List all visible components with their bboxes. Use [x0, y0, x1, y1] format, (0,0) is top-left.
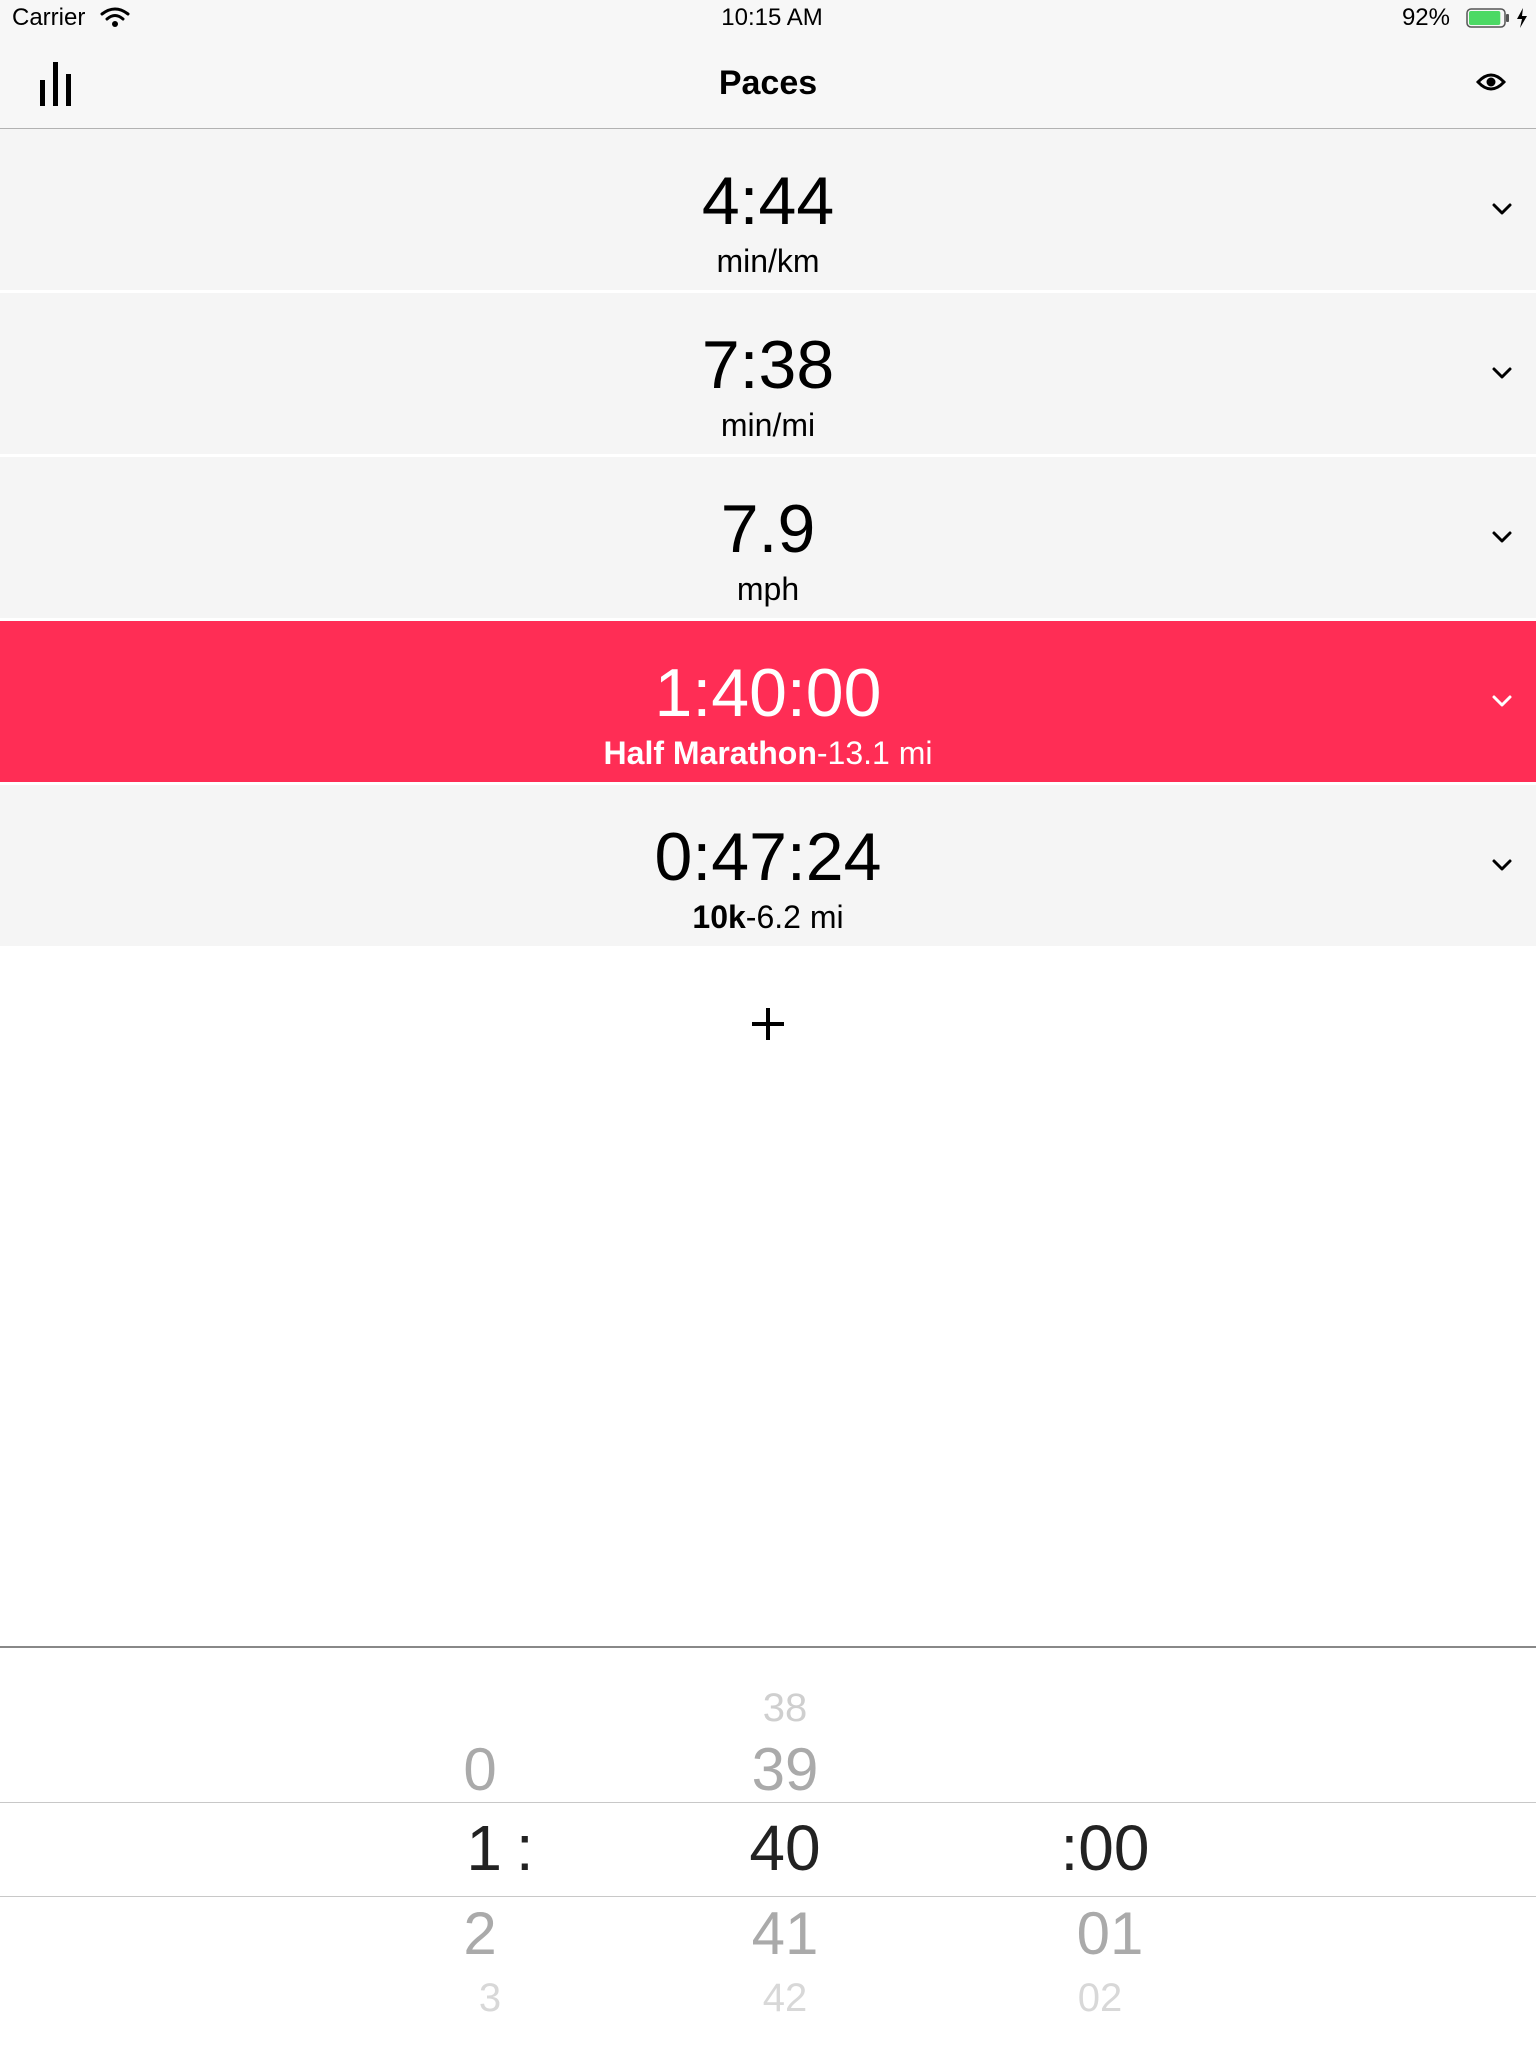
pace-unit: min/km [716, 243, 820, 279]
race-row-10k[interactable]: 0:47:24 10k-6.2 mi [0, 785, 1536, 949]
chevron-down-icon[interactable] [1490, 857, 1514, 873]
seconds-value: 00 [1078, 1812, 1150, 1884]
chevron-down-icon[interactable] [1490, 201, 1514, 217]
time-picker[interactable]: 0 1: 2 3 38 39 40 41 42 :00 01 02 [0, 1646, 1536, 2048]
chevron-down-icon[interactable] [1490, 365, 1514, 381]
page-title: Paces [718, 64, 818, 102]
pace-row-min-per-mile[interactable]: 7:38 min/mi [0, 293, 1536, 457]
race-distance: -6.2 mi [745, 899, 844, 935]
picker-selection-bottom-line [0, 1896, 1536, 1897]
race-time-value: 0:47:24 [654, 819, 882, 895]
pace-row-mph[interactable]: 7.9 mph [0, 457, 1536, 621]
speed-value: 7.9 [720, 491, 816, 567]
paces-screen: Carrier 10:15 AM 92% Paces 4:44 min/km 7… [0, 0, 1536, 2048]
hours-separator: : [515, 1812, 534, 1884]
picker-seconds-below[interactable]: 01 [1060, 1904, 1160, 1964]
add-row-button[interactable]: + [748, 1004, 788, 1044]
picker-hours-below-2[interactable]: 3 [450, 1978, 530, 2018]
battery-percentage: 92% [1401, 4, 1450, 31]
clock: 10:15 AM [721, 4, 823, 31]
battery-icon [1466, 8, 1509, 28]
picker-minutes-selected[interactable]: 40 [735, 1816, 835, 1880]
eye-icon[interactable] [1476, 70, 1506, 94]
race-label: Half Marathon-13.1 mi [0, 737, 1536, 769]
charging-bolt-icon [1517, 8, 1527, 28]
picker-minutes-below-2[interactable]: 42 [735, 1978, 835, 2018]
pace-value: 4:44 [701, 163, 835, 239]
picker-minutes-above-2[interactable]: 38 [735, 1688, 835, 1728]
picker-hours-selected[interactable]: 1: [450, 1816, 550, 1880]
speed-unit: mph [736, 571, 800, 607]
chevron-down-icon[interactable] [1490, 693, 1514, 709]
pace-value: 7:38 [701, 327, 835, 403]
race-name: Half Marathon [603, 735, 817, 771]
pace-row-min-per-km[interactable]: 4:44 min/km [0, 129, 1536, 293]
race-row-half-marathon[interactable]: 1:40:00 Half Marathon-13.1 mi [0, 621, 1536, 785]
picker-seconds-selected[interactable]: :00 [1040, 1816, 1170, 1880]
pace-unit: min/mi [720, 407, 816, 443]
picker-seconds-below-2[interactable]: 02 [1050, 1978, 1150, 2018]
pace-list: 4:44 min/km 7:38 min/mi 7.9 mph 1:40:00 … [0, 129, 1536, 949]
race-time-value: 1:40:00 [654, 655, 882, 731]
chevron-down-icon[interactable] [1490, 529, 1514, 545]
picker-hours-above[interactable]: 0 [440, 1740, 520, 1800]
race-distance: -13.1 mi [816, 735, 933, 771]
race-label: 10k-6.2 mi [0, 901, 1536, 933]
seconds-separator: : [1060, 1812, 1079, 1884]
hours-value: 1 [466, 1812, 502, 1884]
status-bar: Carrier 10:15 AM 92% [0, 0, 1536, 40]
race-name: 10k [692, 899, 746, 935]
navigation-bar: Paces [0, 40, 1536, 129]
picker-hours-below[interactable]: 2 [440, 1904, 520, 1964]
picker-minutes-above[interactable]: 39 [735, 1740, 835, 1800]
picker-minutes-below[interactable]: 41 [735, 1904, 835, 1964]
